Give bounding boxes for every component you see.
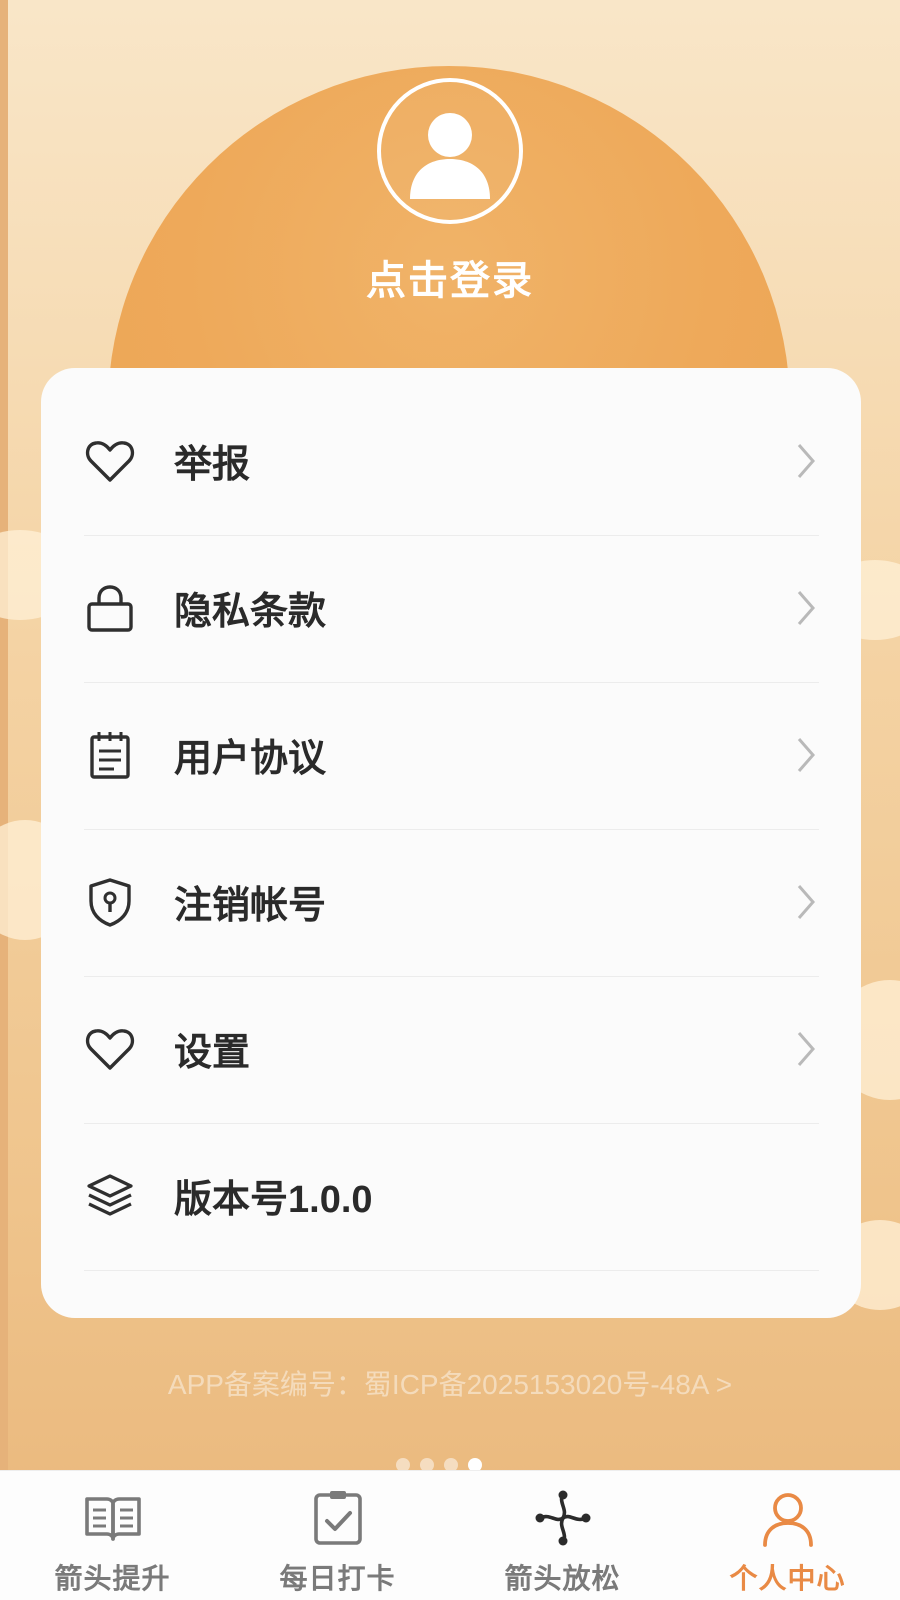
lock-icon <box>84 582 136 634</box>
tab-arrow-improve[interactable]: 箭头提升 <box>0 1471 225 1600</box>
menu-item-settings[interactable]: 设置 <box>84 974 819 1124</box>
chevron-right-icon <box>797 444 815 478</box>
arrows-knot-icon <box>532 1487 594 1549</box>
profile-screen: 点击登录 举报 隐私条款 用户协议 注销帐号 设置 版本号1.0.0 APP备案… <box>0 0 900 1600</box>
user-avatar-icon <box>410 113 490 199</box>
avatar[interactable] <box>377 78 523 224</box>
open-book-icon <box>82 1487 144 1549</box>
version-label: 版本号1.0.0 <box>174 1179 373 1221</box>
menu-card: 举报 隐私条款 用户协议 注销帐号 设置 版本号1.0.0 <box>41 368 861 1318</box>
tab-label: 每日打卡 <box>279 1563 396 1594</box>
icp-record-link[interactable]: APP备案编号：蜀ICP备2025153020号-48A > <box>0 1363 900 1403</box>
heart-icon <box>84 1023 136 1075</box>
layers-icon <box>84 1170 136 1222</box>
notepad-icon <box>84 729 136 781</box>
menu-item-label: 设置 <box>174 1032 251 1074</box>
checkbox-card-icon <box>307 1487 369 1549</box>
heart-icon <box>84 435 136 487</box>
login-prompt[interactable]: 点击登录 <box>0 248 900 306</box>
tab-label: 箭头提升 <box>54 1563 171 1594</box>
tab-label: 箭头放松 <box>504 1563 621 1594</box>
left-border <box>0 0 8 1470</box>
chevron-right-icon <box>797 885 815 919</box>
menu-item-report[interactable]: 举报 <box>84 386 819 536</box>
menu-item-label: 隐私条款 <box>174 591 327 633</box>
menu-item-label: 用户协议 <box>174 738 327 780</box>
tab-arrow-relax[interactable]: 箭头放松 <box>450 1471 675 1600</box>
menu-item-user-agreement[interactable]: 用户协议 <box>84 680 819 830</box>
chevron-right-icon <box>797 591 815 625</box>
chevron-right-icon <box>797 1032 815 1066</box>
chevron-right-icon <box>797 738 815 772</box>
tab-personal-center[interactable]: 个人中心 <box>675 1471 900 1600</box>
menu-item-label: 注销帐号 <box>174 885 327 927</box>
tab-daily-checkin[interactable]: 每日打卡 <box>225 1471 450 1600</box>
menu-item-label: 举报 <box>174 444 251 486</box>
bottom-tab-bar: 箭头提升 每日打卡 箭头放松 个人中心 <box>0 1470 900 1600</box>
person-icon <box>757 1487 819 1549</box>
tab-label: 个人中心 <box>729 1563 846 1594</box>
menu-item-delete-account[interactable]: 注销帐号 <box>84 827 819 977</box>
shield-keyhole-icon <box>84 876 136 928</box>
menu-item-version: 版本号1.0.0 <box>84 1121 819 1271</box>
menu-item-privacy[interactable]: 隐私条款 <box>84 533 819 683</box>
